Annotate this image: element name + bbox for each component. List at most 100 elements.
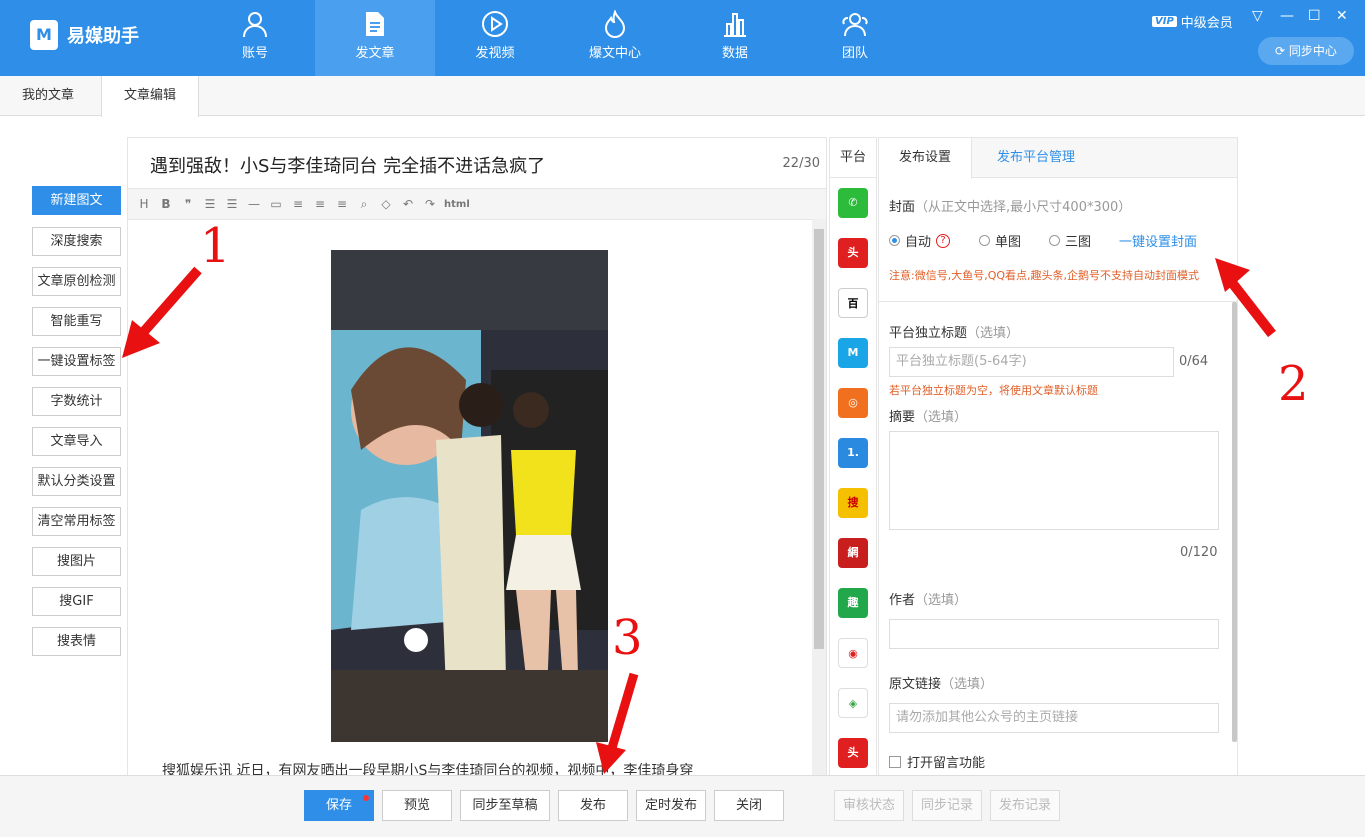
panel-scrollbar[interactable]	[1232, 302, 1237, 742]
article-import-button[interactable]: 文章导入	[32, 427, 121, 456]
penguin-icon[interactable]: ◈	[838, 688, 868, 718]
checkbox[interactable]	[889, 755, 901, 768]
ordered-list-icon[interactable]: ☰	[202, 197, 218, 211]
tab-edit-article[interactable]: 文章编辑	[101, 76, 200, 117]
align-right-icon[interactable]: ≡	[334, 197, 350, 211]
nav-label: 发文章	[355, 46, 395, 61]
toutiao-icon[interactable]: 头	[838, 238, 868, 268]
wechat-icon[interactable]: ✆	[838, 188, 868, 218]
heading-icon[interactable]: H	[136, 197, 152, 211]
source-link-input[interactable]: 请勿添加其他公众号的主页链接	[889, 703, 1219, 733]
radio-dot	[1049, 235, 1060, 246]
tab-publish-settings[interactable]: 发布设置	[879, 138, 973, 179]
set-tags-button[interactable]: 一键设置标签	[32, 347, 121, 376]
nav-item-data[interactable]: 数据	[675, 0, 795, 76]
schedule-publish-button[interactable]: 定时发布	[636, 790, 706, 821]
platform-title-label-text: 平台独立标题	[889, 326, 968, 341]
article-photo[interactable]	[331, 250, 608, 742]
radio-auto-label: 自动	[905, 235, 932, 250]
clear-tags-button[interactable]: 清空常用标签	[32, 507, 121, 536]
review-status-button[interactable]: 审核状态	[834, 790, 904, 821]
dropdown-icon[interactable]: ▽	[1252, 8, 1263, 24]
deep-search-button[interactable]: 深度搜索	[32, 227, 121, 256]
redo-icon[interactable]: ↷	[422, 197, 438, 211]
quote-icon[interactable]: ❞	[180, 197, 196, 211]
article-editor: 遇到强敌！小S与李佳琦同台 完全插不进话急疯了 22/30 H B ❞ ☰ ☰ …	[127, 137, 827, 779]
sync-draft-button[interactable]: 同步至草稿	[460, 790, 550, 821]
tab-my-articles[interactable]: 我的文章	[0, 76, 96, 116]
editor-scrollbar[interactable]	[812, 219, 826, 775]
optional-hint: （选填）	[915, 593, 968, 608]
radio-single-image[interactable]: 单图	[979, 231, 1021, 250]
align-left-icon[interactable]: ≡	[290, 197, 306, 211]
smart-rewrite-button[interactable]: 智能重写	[32, 307, 121, 336]
comment-toggle[interactable]: 打开留言功能	[889, 752, 985, 771]
nav-item-team[interactable]: 团队	[795, 0, 915, 76]
nav-item-hot-articles[interactable]: 爆文中心	[555, 0, 675, 76]
author-label-text: 作者	[889, 593, 916, 608]
platform-title-count: 0/64	[1179, 354, 1209, 369]
source-link-label-text: 原文链接	[889, 677, 942, 692]
app-logo-icon: M	[30, 20, 58, 50]
summary-textarea[interactable]	[889, 431, 1219, 530]
one-click-cover-link[interactable]: 一键设置封面	[1119, 231, 1197, 250]
horizontal-rule-icon[interactable]: —	[246, 197, 262, 211]
search-gif-button[interactable]: 搜GIF	[32, 587, 121, 616]
undo-icon[interactable]: ↶	[400, 197, 416, 211]
publish-button[interactable]: 发布	[558, 790, 628, 821]
bold-icon[interactable]: B	[158, 197, 174, 211]
radio-three-images[interactable]: 三图	[1049, 231, 1091, 250]
bottom-action-bar: 保存 预览 同步至草稿 发布 定时发布 关闭 审核状态 同步记录 发布记录	[0, 775, 1365, 837]
article-title[interactable]: 遇到强敌！小S与李佳琦同台 完全插不进话急疯了	[150, 152, 545, 178]
dayu-icon[interactable]: M	[838, 338, 868, 368]
nav-item-publish-video[interactable]: 发视频	[435, 0, 555, 76]
nav-item-publish-article[interactable]: 发文章	[315, 0, 435, 76]
minimize-button[interactable]: —	[1280, 8, 1294, 24]
align-center-icon[interactable]: ≡	[312, 197, 328, 211]
radio-three-label: 三图	[1065, 235, 1092, 250]
member-status[interactable]: VIP 中级会员	[1152, 12, 1233, 31]
nav-label: 数据	[721, 46, 748, 61]
image-icon[interactable]: ▭	[268, 197, 284, 211]
qutoutiao-icon[interactable]: 趣	[838, 588, 868, 618]
platform-header: 平台	[830, 138, 876, 178]
preview-button[interactable]: 预览	[382, 790, 452, 821]
panel-tabs: 发布设置 发布平台管理	[879, 138, 1237, 179]
annotation-number-2: 2	[1278, 356, 1309, 412]
annotation-number-1: 1	[200, 218, 231, 274]
close-window-button[interactable]: ✕	[1336, 8, 1348, 24]
weibo-icon[interactable]: ◉	[838, 638, 868, 668]
unordered-list-icon[interactable]: ☰	[224, 197, 240, 211]
save-button[interactable]: 保存	[304, 790, 374, 821]
platform-title-input[interactable]: 平台独立标题(5-64字)	[889, 347, 1174, 377]
nav-label: 账号	[241, 46, 268, 61]
yidian-icon[interactable]: 1.	[838, 438, 868, 468]
search-emoji-button[interactable]: 搜表情	[32, 627, 121, 656]
originality-check-button[interactable]: 文章原创检测	[32, 267, 121, 296]
search-images-button[interactable]: 搜图片	[32, 547, 121, 576]
netease-icon[interactable]: 網	[838, 538, 868, 568]
baijiahao-icon[interactable]: 百	[838, 288, 868, 318]
nav-item-account[interactable]: 账号	[195, 0, 315, 76]
author-input[interactable]	[889, 619, 1219, 649]
maximize-button[interactable]: ☐	[1308, 8, 1321, 24]
word-count-button[interactable]: 字数统计	[32, 387, 121, 416]
eraser-icon[interactable]: ◇	[378, 197, 394, 211]
sync-center-button[interactable]: ⟳ 同步中心	[1258, 37, 1354, 65]
toutiao-2-icon[interactable]: 头	[838, 738, 868, 768]
close-button[interactable]: 关闭	[714, 790, 784, 821]
qq-kandian-icon[interactable]: ◎	[838, 388, 868, 418]
help-icon[interactable]: ?	[936, 233, 951, 248]
tab-platform-management[interactable]: 发布平台管理	[977, 138, 1095, 178]
publish-record-button[interactable]: 发布记录	[990, 790, 1060, 821]
divider	[879, 301, 1237, 302]
default-category-button[interactable]: 默认分类设置	[32, 467, 121, 496]
html-mode-button[interactable]: html	[444, 199, 470, 210]
cover-warning: 注意:微信号,大鱼号,QQ看点,趣头条,企鹅号不支持自动封面模式	[889, 269, 1200, 282]
new-article-button[interactable]: 新建图文	[32, 186, 121, 215]
source-link-label: 原文链接（选填）	[889, 673, 993, 692]
sohu-icon[interactable]: 搜	[838, 488, 868, 518]
sync-record-button[interactable]: 同步记录	[912, 790, 982, 821]
radio-auto[interactable]: 自动?	[889, 231, 951, 250]
find-icon[interactable]: ⌕	[356, 197, 372, 212]
